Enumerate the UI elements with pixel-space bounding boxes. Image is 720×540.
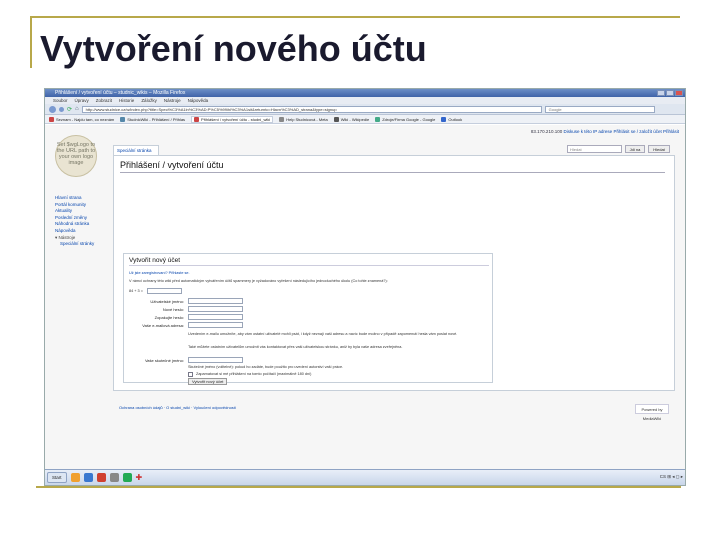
footer-links[interactable]: Ochrana osobních údajů · O studni_wiki ·…: [119, 405, 236, 410]
go-button[interactable]: Jdi na: [625, 145, 645, 153]
browser-screenshot: Přihlášení / vytvoření účtu – studnic_wi…: [44, 88, 686, 486]
login-link[interactable]: Přihlásit se / založit účet: [613, 129, 661, 134]
maximize-icon[interactable]: [666, 90, 674, 96]
user-ip: 83.170.210.100: [530, 129, 563, 134]
favicon-icon: [333, 116, 339, 122]
form-title: Vytvořit nový účet: [129, 257, 489, 266]
sidebar-item-random[interactable]: Náhodná stránka: [55, 221, 110, 228]
email-label: Vaše e-mailová adresa:: [142, 323, 184, 328]
captcha-input[interactable]: [147, 288, 182, 294]
bookmark-item[interactable]: Zdroje/Firma Google - Google: [375, 116, 435, 122]
decorative-rule-bottom: [36, 486, 681, 488]
firefox-icon[interactable]: [96, 473, 106, 482]
menu-nastroje[interactable]: Nástroje: [164, 97, 181, 104]
bookmark-item-active[interactable]: Přihlášení / vytvoření účtu - studni_wik…: [191, 115, 274, 123]
sidebar-item-help[interactable]: Nápověda: [55, 228, 110, 235]
favicon-icon: [194, 116, 200, 122]
window-controls: [657, 90, 683, 96]
captcha-notice: V rámci ochrany této wiki před automatic…: [129, 279, 388, 283]
favicon-icon: [375, 116, 381, 122]
email-note: Uvedením e-mailu umožníte, aby vám ostat…: [188, 332, 458, 336]
bookmark-item[interactable]: Help Studnicová - Meta: [279, 116, 328, 122]
wiki-sidebar: Hlavní strana Portál komunity Aktuality …: [55, 195, 110, 248]
favicon-icon: [279, 116, 285, 122]
create-account-button[interactable]: Vytvořit nový účet: [188, 378, 228, 385]
menu-soubor[interactable]: Soubor: [53, 97, 68, 104]
back-icon[interactable]: [49, 105, 56, 113]
decorative-rule-left: [30, 16, 32, 68]
bookmarks-bar: Seznam - Najdu tam, co neznám StudnicWik…: [45, 115, 685, 124]
realname-field[interactable]: [188, 357, 243, 363]
menu-zobrazit[interactable]: Zobrazit: [96, 97, 112, 104]
create-account-form: Vytvořit nový účet Už jste zaregistrovan…: [123, 253, 493, 385]
navigation-toolbar: ⟳ ⌂ http://www.studnice.cz/w/index.php?t…: [45, 104, 685, 115]
password-label: Nové heslo:: [162, 307, 184, 312]
forward-icon[interactable]: [59, 106, 64, 112]
realname-label: Vaše skutečné jméno:: [144, 358, 184, 363]
url-input[interactable]: http://www.studnice.cz/w/index.php?title…: [81, 105, 542, 113]
bookmark-item[interactable]: Outlook: [441, 116, 462, 122]
menu-historie[interactable]: Historie: [119, 97, 134, 104]
sidebar-item-portal[interactable]: Portál komunity: [55, 202, 110, 209]
realname-note: Skutečné jméno (volitelné): pokud ho zad…: [188, 365, 344, 369]
username-label: Uživatelské jméno:: [150, 299, 184, 304]
home-icon[interactable]: ⌂: [75, 106, 79, 112]
password-field[interactable]: [188, 306, 243, 312]
window-title: Přihlášení / vytvoření účtu – studnic_wi…: [55, 90, 186, 96]
close-icon[interactable]: [675, 90, 683, 96]
favicon-icon: [441, 116, 447, 122]
search-input[interactable]: Google: [544, 105, 655, 113]
wiki-search-input[interactable]: Hledat: [567, 145, 622, 153]
search-button[interactable]: Hledat: [648, 145, 670, 153]
email-field[interactable]: [188, 322, 243, 328]
plus-icon[interactable]: ✚: [136, 473, 143, 482]
already-registered-link[interactable]: Už jste zaregistrovaní? Přihlaste se.: [129, 271, 190, 275]
sidebar-item-recent[interactable]: Poslední změny: [55, 215, 110, 222]
minimize-icon[interactable]: [657, 90, 665, 96]
bookmark-item[interactable]: StudnicWiki - Přihlášení / Přihlas: [120, 116, 185, 122]
sidebar-item-main[interactable]: Hlavní strana: [55, 195, 110, 202]
favicon-icon: [49, 116, 54, 122]
slide-title: Vytvoření nového účtu: [40, 28, 427, 69]
decorative-rule-top: [30, 16, 680, 18]
sidebar-tools-header: ▾ Nástroje: [55, 234, 76, 240]
sidebar-item-news[interactable]: Aktuality: [55, 208, 110, 215]
remember-label: Zapamatovat si mé přihlášení na tomto po…: [196, 372, 312, 376]
ie-icon[interactable]: [83, 473, 93, 482]
page-title: Přihlášení / vytvoření účtu: [120, 160, 665, 173]
email-note-2: Také můžete ostatním uživatelům umožnit …: [188, 345, 403, 349]
powered-by-badge[interactable]: Powered by MediaWiki: [635, 404, 669, 421]
start-button[interactable]: Start: [47, 472, 67, 483]
sidebar-item-special[interactable]: Speciální stránky: [55, 241, 110, 248]
user-bar: 83.170.210.100 Diskuse k této IP adrese …: [531, 129, 679, 134]
bookmark-item[interactable]: Seznam - Najdu tam, co neznám: [49, 116, 114, 122]
app-icon[interactable]: [109, 473, 119, 482]
bookmark-item[interactable]: Wiki - Wikipedie: [333, 116, 369, 122]
wiki-logo[interactable]: Set $wgLogo to the URL path to your own …: [55, 135, 97, 177]
tab-special-page[interactable]: Speciální stránka: [113, 145, 159, 155]
favicon-icon: [120, 116, 126, 122]
captcha-question: 84 + 3 =: [129, 289, 143, 293]
system-tray: CS ⊞ ◂ ◻ ▸: [659, 474, 683, 479]
folder-icon[interactable]: [70, 473, 80, 482]
wiki-page-area: 83.170.210.100 Diskuse k této IP adrese …: [45, 125, 685, 469]
password-repeat-label: Zopakujte heslo:: [154, 315, 184, 320]
menu-zalozky[interactable]: Záložky: [141, 97, 157, 104]
discussion-link[interactable]: Diskuse k této IP adrese: [563, 129, 612, 134]
window-titlebar: Přihlášení / vytvoření účtu – studnic_wi…: [45, 89, 685, 97]
help-link[interactable]: Přihlásit: [663, 129, 679, 134]
app-icon[interactable]: [122, 473, 132, 482]
remember-checkbox[interactable]: [188, 372, 193, 377]
password-repeat-field[interactable]: [188, 314, 243, 320]
os-taskbar: Start ✚ CS ⊞ ◂ ◻ ▸: [45, 469, 685, 485]
username-field[interactable]: [188, 298, 243, 304]
menu-upravy[interactable]: Úpravy: [75, 97, 89, 104]
reload-icon[interactable]: ⟳: [67, 106, 72, 113]
menu-bar: Soubor Úpravy Zobrazit Historie Záložky …: [45, 97, 685, 104]
menu-napoveda[interactable]: Nápověda: [188, 97, 209, 104]
